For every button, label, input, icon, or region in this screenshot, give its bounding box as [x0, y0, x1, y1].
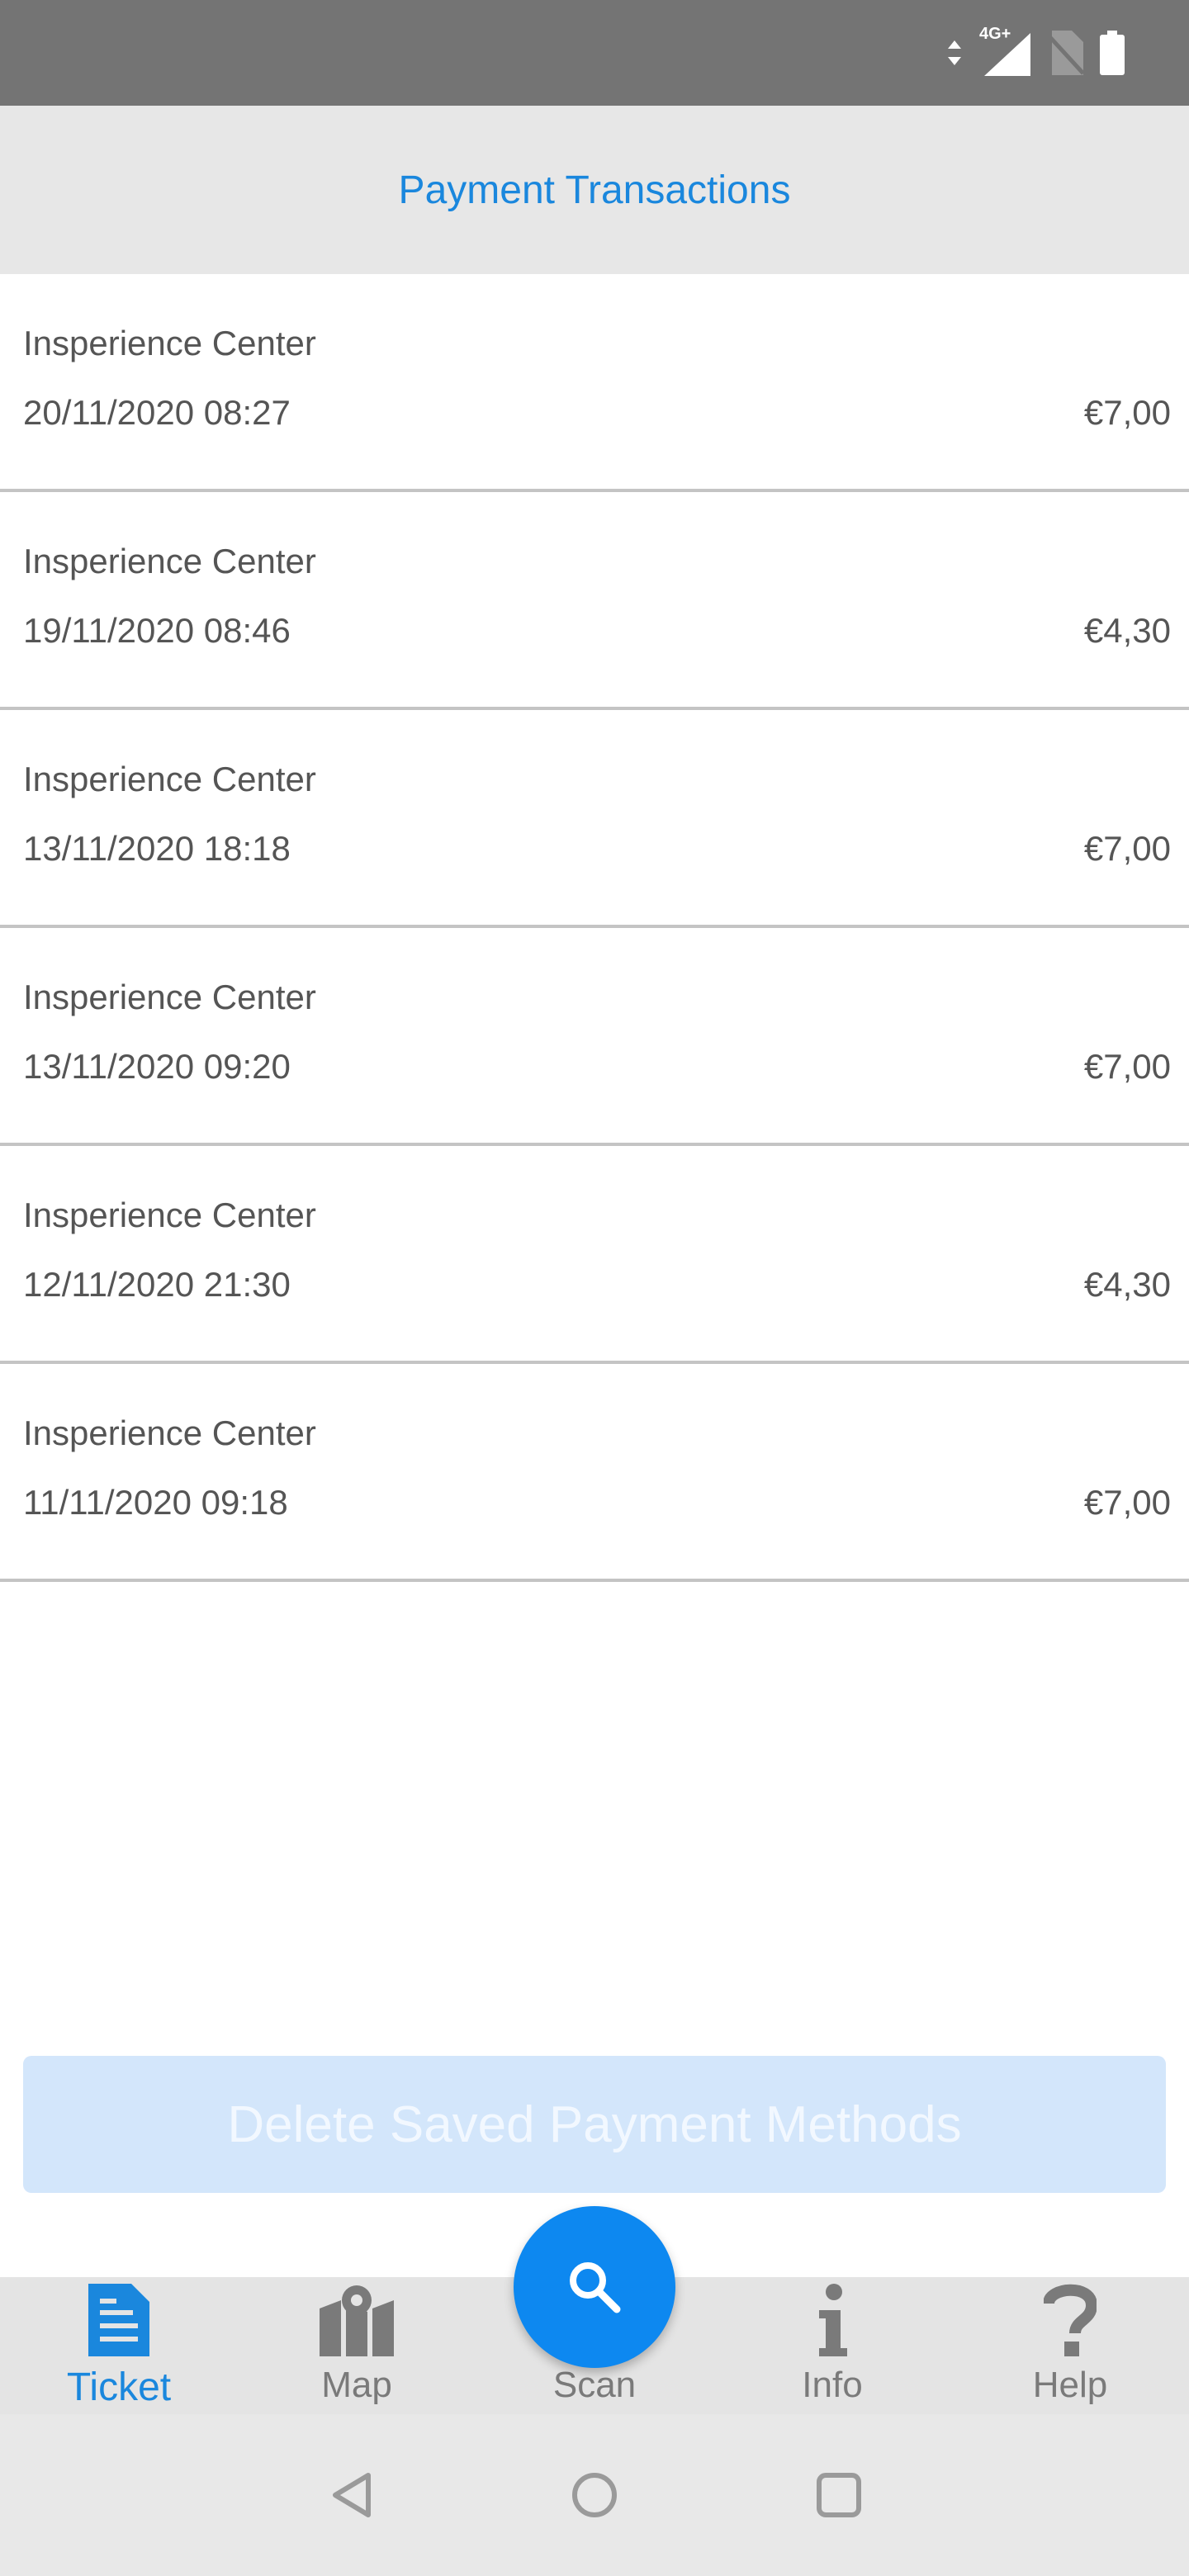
status-bar: 4G+: [0, 0, 1189, 106]
ticket-icon: [88, 2279, 149, 2361]
nav-info[interactable]: Info: [750, 2277, 915, 2414]
back-icon[interactable]: [325, 2469, 378, 2522]
transaction-merchant: Insperience Center: [23, 542, 316, 580]
transaction-datetime: 11/11/2020 09:18: [23, 1483, 288, 1522]
transaction-row[interactable]: Insperience Center 19/11/2020 08:46 €4,3…: [0, 492, 1189, 710]
transaction-datetime: 12/11/2020 21:30: [23, 1265, 291, 1304]
transaction-merchant: Insperience Center: [23, 1196, 316, 1234]
network-arrows-icon: [948, 40, 961, 65]
transaction-amount: €7,00: [1083, 393, 1171, 432]
network-type-label: 4G+: [979, 25, 1011, 43]
transaction-row[interactable]: Insperience Center 13/11/2020 09:20 €7,0…: [0, 928, 1189, 1146]
transaction-row[interactable]: Insperience Center 12/11/2020 21:30 €4,3…: [0, 1146, 1189, 1364]
delete-saved-payment-methods-button[interactable]: Delete Saved Payment Methods: [23, 2056, 1166, 2193]
info-icon: [816, 2279, 849, 2361]
transactions-list: Insperience Center 20/11/2020 08:27 €7,0…: [0, 274, 1189, 1582]
transaction-datetime: 13/11/2020 18:18: [23, 829, 291, 868]
nav-map[interactable]: Map: [274, 2277, 439, 2414]
transaction-row[interactable]: Insperience Center 11/11/2020 09:18 €7,0…: [0, 1364, 1189, 1582]
nav-help-label: Help: [1032, 2365, 1108, 2405]
transaction-amount: €7,00: [1083, 1483, 1171, 1522]
scan-button[interactable]: [514, 2206, 675, 2368]
transaction-amount: €7,00: [1083, 829, 1171, 868]
nav-ticket[interactable]: Ticket: [36, 2277, 201, 2414]
status-icons: 4G+: [946, 25, 1125, 78]
no-sim-icon: [1047, 31, 1083, 75]
system-navigation-bar: [0, 2414, 1189, 2576]
nav-ticket-label: Ticket: [66, 2365, 172, 2409]
nav-help[interactable]: Help: [988, 2277, 1153, 2414]
nav-info-label: Info: [802, 2365, 863, 2405]
page-title: Payment Transactions: [398, 168, 791, 212]
transaction-datetime: 19/11/2020 08:46: [23, 611, 291, 650]
transaction-merchant: Insperience Center: [23, 324, 316, 362]
transaction-row[interactable]: Insperience Center 20/11/2020 08:27 €7,0…: [0, 274, 1189, 492]
nav-map-label: Map: [321, 2365, 392, 2405]
transaction-datetime: 20/11/2020 08:27: [23, 393, 291, 432]
transaction-row[interactable]: Insperience Center 13/11/2020 18:18 €7,0…: [0, 710, 1189, 928]
transaction-merchant: Insperience Center: [23, 760, 316, 798]
battery-icon: [1100, 31, 1125, 75]
transaction-merchant: Insperience Center: [23, 1413, 316, 1452]
signal-icon: 4G+: [979, 25, 1030, 76]
map-icon: [320, 2279, 394, 2361]
transaction-merchant: Insperience Center: [23, 978, 316, 1016]
page-header: Payment Transactions: [0, 106, 1189, 274]
home-icon[interactable]: [568, 2469, 621, 2522]
transaction-datetime: 13/11/2020 09:20: [23, 1047, 291, 1086]
help-icon: [1044, 2279, 1097, 2361]
transaction-amount: €7,00: [1083, 1047, 1171, 1086]
transaction-amount: €4,30: [1083, 611, 1171, 650]
search-icon: [570, 2262, 621, 2313]
nav-scan-label: Scan: [552, 2365, 637, 2405]
recents-icon[interactable]: [812, 2469, 865, 2522]
transaction-amount: €4,30: [1083, 1265, 1171, 1304]
